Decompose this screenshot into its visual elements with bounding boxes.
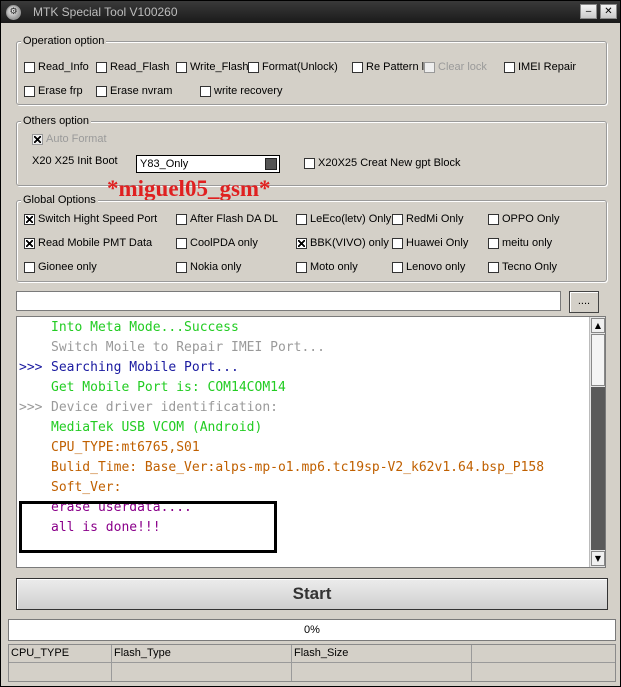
others-option-group: Others option (16, 114, 607, 186)
init-boot-value: Y83_Only (140, 158, 189, 170)
checkbox-switch-high-speed[interactable]: Switch Hight Speed Port (24, 212, 157, 226)
checkbox-box[interactable] (96, 61, 107, 73)
status-col-flash-size: Flash_Size (292, 645, 472, 681)
checkbox-erase-frp[interactable]: Erase frp (24, 84, 83, 98)
checkbox-box[interactable] (176, 213, 187, 225)
checkbox-auto-format: Auto Format (32, 132, 107, 146)
status-table: CPU_TYPE Flash_Type Flash_Size (8, 644, 616, 682)
browse-button[interactable]: .... (569, 291, 599, 313)
minimize-button[interactable]: ‒ (580, 4, 597, 19)
init-boot-label: X20 X25 Init Boot (32, 155, 118, 167)
file-path-input[interactable] (16, 291, 561, 311)
watermark-text: *miguel05_gsm* (107, 176, 271, 201)
window-controls: ‒ ✕ (580, 4, 617, 19)
checkbox-box[interactable] (392, 237, 403, 249)
app-icon: ⚙ (6, 4, 21, 20)
checkbox-nokia[interactable]: Nokia only (176, 260, 241, 274)
close-button[interactable]: ✕ (600, 4, 617, 19)
checkbox-oppo[interactable]: OPPO Only (488, 212, 559, 226)
log-line: Into Meta Mode...Success (51, 320, 239, 335)
checkbox-leeco[interactable]: LeEco(letv) Only (296, 212, 391, 226)
status-col-flash-type: Flash_Type (112, 645, 292, 681)
checkbox-read-info[interactable]: Read_Info (24, 60, 89, 74)
checkbox-box[interactable] (24, 213, 35, 225)
log-line: MediaTek USB VCOM (Android) (51, 420, 263, 435)
log-line: Switch Moile to Repair IMEI Port... (51, 340, 325, 355)
init-boot-select[interactable]: Y83_Only (136, 155, 280, 173)
log-line: >>> Device driver identification: (19, 400, 278, 415)
checkbox-box (32, 133, 43, 145)
operation-option-label: Operation option (21, 34, 107, 48)
checkbox-huawei[interactable]: Huawei Only (392, 236, 468, 250)
checkbox-box[interactable] (24, 261, 35, 273)
checkbox-coolpda[interactable]: CoolPDA only (176, 236, 258, 250)
checkbox-bbk-vivo[interactable]: BBK(VIVO) only (296, 236, 389, 250)
checkbox-box[interactable] (96, 85, 107, 97)
checkbox-box[interactable] (488, 261, 499, 273)
checkbox-box[interactable] (24, 237, 35, 249)
progress-bar: 0% (8, 619, 616, 641)
log-line: Soft_Ver: (51, 480, 122, 495)
checkbox-box[interactable] (296, 237, 307, 249)
checkbox-box[interactable] (352, 61, 363, 73)
checkbox-box[interactable] (392, 213, 403, 225)
log-scrollbar[interactable]: ▲ ▼ (589, 317, 605, 567)
checkbox-moto[interactable]: Moto only (296, 260, 358, 274)
others-option-label: Others option (21, 114, 92, 128)
title-bar[interactable]: ⚙ MTK Special Tool V100260 ‒ ✕ (1, 1, 620, 23)
checkbox-after-flash-da[interactable]: After Flash DA DL (176, 212, 278, 226)
checkbox-clear-lock: Clear lock (424, 60, 487, 74)
status-col-cpu-type: CPU_TYPE (9, 645, 112, 681)
log-line: >>> Searching Mobile Port... (19, 360, 239, 375)
checkbox-read-pmt[interactable]: Read Mobile PMT Data (24, 236, 152, 250)
checkbox-box[interactable] (392, 261, 403, 273)
checkbox-box[interactable] (504, 61, 515, 73)
checkbox-box[interactable] (200, 85, 211, 97)
checkbox-box[interactable] (176, 261, 187, 273)
checkbox-imei-repair[interactable]: IMEI Repair (504, 60, 576, 74)
checkbox-write-flash[interactable]: Write_Flash (176, 60, 248, 74)
checkbox-box[interactable] (296, 261, 307, 273)
checkbox-gionee[interactable]: Gionee only (24, 260, 97, 274)
checkbox-format-unlock[interactable]: Format(Unlock) (248, 60, 338, 74)
checkbox-tecno[interactable]: Tecno Only (488, 260, 557, 274)
scroll-thumb[interactable] (591, 334, 605, 386)
checkbox-lenovo[interactable]: Lenovo only (392, 260, 465, 274)
status-row-divider (9, 662, 615, 663)
checkbox-redmi[interactable]: RedMi Only (392, 212, 463, 226)
checkbox-erase-nvram[interactable]: Erase nvram (96, 84, 172, 98)
dropdown-icon[interactable] (265, 158, 277, 170)
highlight-annotation-box (19, 501, 277, 553)
checkbox-box[interactable] (488, 213, 499, 225)
log-line: CPU_TYPE:mt6765,S01 (51, 440, 200, 455)
window-title: MTK Special Tool V100260 (33, 5, 178, 19)
checkbox-write-recovery[interactable]: write recovery (200, 84, 282, 98)
checkbox-box[interactable] (176, 61, 187, 73)
checkbox-box[interactable] (24, 61, 35, 73)
start-button[interactable]: Start (16, 578, 608, 610)
checkbox-box (424, 61, 435, 73)
status-col-4 (472, 645, 615, 681)
checkbox-box[interactable] (296, 213, 307, 225)
app-window: ⚙ MTK Special Tool V100260 ‒ ✕ Operation… (0, 0, 621, 687)
checkbox-box[interactable] (304, 157, 315, 169)
scroll-track[interactable] (591, 387, 605, 550)
global-options-label: Global Options (21, 193, 98, 207)
checkbox-read-flash[interactable]: Read_Flash (96, 60, 169, 74)
checkbox-box[interactable] (488, 237, 499, 249)
checkbox-box[interactable] (248, 61, 259, 73)
progress-text: 0% (304, 624, 320, 636)
log-line: Bulid_Time: Base_Ver:alps-mp-o1.mp6.tc19… (51, 460, 545, 475)
checkbox-gpt-block[interactable]: X20X25 Creat New gpt Block (304, 156, 460, 170)
scroll-down-icon[interactable]: ▼ (591, 551, 605, 566)
checkbox-re-pattern[interactable]: Re Pattern l (352, 60, 424, 74)
scroll-up-icon[interactable]: ▲ (591, 318, 605, 333)
checkbox-box[interactable] (176, 237, 187, 249)
log-line: Get Mobile Port is: COM14COM14 (51, 380, 286, 395)
checkbox-meitu[interactable]: meitu only (488, 236, 552, 250)
checkbox-box[interactable] (24, 85, 35, 97)
